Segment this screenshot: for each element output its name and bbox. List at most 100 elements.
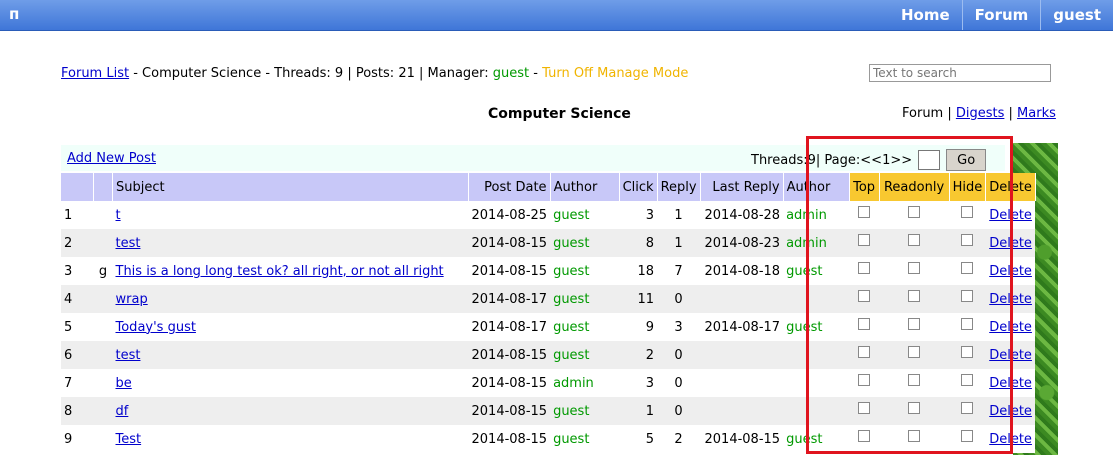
threads-count: 9 [807, 152, 816, 168]
top-checkbox[interactable] [858, 402, 871, 414]
delete-link[interactable]: Delete [989, 432, 1032, 447]
row-number: 8 [61, 397, 94, 425]
row-last-author[interactable] [783, 341, 850, 369]
row-delete-cell: Delete [985, 425, 1036, 453]
readonly-checkbox[interactable] [908, 262, 921, 274]
readonly-checkbox[interactable] [908, 234, 921, 246]
row-author[interactable]: admin [550, 369, 620, 397]
row-last-author[interactable]: admin [783, 229, 850, 257]
row-last-author[interactable]: admin [783, 201, 850, 229]
row-last-author[interactable]: guest [783, 257, 850, 285]
delete-link[interactable]: Delete [989, 404, 1032, 419]
row-last-reply [700, 369, 784, 397]
delete-link[interactable]: Delete [989, 236, 1032, 251]
hide-checkbox[interactable] [961, 234, 974, 246]
row-subject-cell: wrap [112, 285, 469, 313]
site-logo[interactable]: п [9, 5, 19, 23]
nav-forum[interactable]: Forum [961, 0, 1041, 30]
row-delete-cell: Delete [985, 313, 1036, 341]
row-number: 1 [61, 201, 94, 229]
row-author[interactable]: guest [550, 201, 620, 229]
row-last-reply: 2014-08-28 [700, 201, 784, 229]
hide-checkbox[interactable] [961, 290, 974, 302]
top-checkbox[interactable] [858, 346, 871, 358]
thread-subject-link[interactable]: Today's gust [116, 320, 196, 335]
delete-link[interactable]: Delete [989, 320, 1032, 335]
row-author[interactable]: guest [550, 341, 620, 369]
row-flag: g [93, 257, 113, 285]
manager-name[interactable]: guest [493, 66, 529, 81]
top-checkbox[interactable] [858, 374, 871, 386]
thread-subject-link[interactable]: test [116, 348, 141, 363]
row-author[interactable]: guest [550, 313, 620, 341]
delete-link[interactable]: Delete [989, 348, 1032, 363]
thread-subject-link[interactable]: Test [116, 432, 142, 447]
row-last-author[interactable] [783, 397, 850, 425]
col-readonly: Readonly [879, 173, 950, 201]
readonly-checkbox[interactable] [908, 430, 921, 442]
top-checkbox[interactable] [858, 262, 871, 274]
add-new-post-link[interactable]: Add New Post [67, 151, 156, 166]
delete-link[interactable]: Delete [989, 208, 1032, 223]
row-author[interactable]: guest [550, 285, 620, 313]
top-checkbox[interactable] [858, 430, 871, 442]
hide-checkbox[interactable] [961, 262, 974, 274]
row-last-author[interactable] [783, 285, 850, 313]
hide-checkbox[interactable] [961, 374, 974, 386]
col-subject: Subject [112, 173, 469, 201]
thread-subject-link[interactable]: be [116, 376, 132, 391]
hide-checkbox[interactable] [961, 206, 974, 218]
delete-link[interactable]: Delete [989, 264, 1032, 279]
hide-checkbox[interactable] [961, 318, 974, 330]
forum-list-link[interactable]: Forum List [61, 66, 129, 81]
hide-checkbox[interactable] [961, 430, 974, 442]
row-top-cell [849, 425, 880, 453]
readonly-checkbox[interactable] [908, 346, 921, 358]
view-digests-link[interactable]: Digests [956, 106, 1005, 121]
row-author[interactable]: guest [550, 257, 620, 285]
readonly-checkbox[interactable] [908, 402, 921, 414]
row-flag [93, 229, 113, 257]
manage-mode-toggle[interactable]: Turn Off Manage Mode [542, 66, 688, 81]
row-last-author[interactable]: guest [783, 425, 850, 453]
hide-checkbox[interactable] [961, 402, 974, 414]
row-post-date: 2014-08-17 [468, 313, 551, 341]
hide-checkbox[interactable] [961, 346, 974, 358]
row-last-author[interactable]: guest [783, 313, 850, 341]
thread-subject-link[interactable]: t [116, 208, 121, 223]
thread-subject-link[interactable]: wrap [116, 292, 148, 307]
next-page[interactable]: >> [890, 153, 912, 168]
readonly-checkbox[interactable] [908, 318, 921, 330]
readonly-checkbox[interactable] [908, 290, 921, 302]
prev-page[interactable]: << [860, 153, 882, 168]
top-checkbox[interactable] [858, 206, 871, 218]
row-last-author[interactable] [783, 369, 850, 397]
row-author[interactable]: guest [550, 397, 620, 425]
thread-subject-link[interactable]: df [116, 404, 129, 419]
search-input[interactable] [869, 64, 1051, 82]
thread-subject-link[interactable]: test [116, 236, 141, 251]
row-readonly-cell [879, 313, 950, 341]
row-readonly-cell [879, 285, 950, 313]
top-checkbox[interactable] [858, 234, 871, 246]
row-hide-cell [949, 257, 986, 285]
row-top-cell [849, 313, 880, 341]
nav-user[interactable]: guest [1040, 0, 1113, 30]
delete-link[interactable]: Delete [989, 376, 1032, 391]
table-row: 5 Today's gust 2014-08-17 guest 9 3 2014… [61, 313, 1036, 341]
nav-home[interactable]: Home [889, 0, 962, 30]
row-author[interactable]: guest [550, 425, 620, 453]
top-checkbox[interactable] [858, 290, 871, 302]
readonly-checkbox[interactable] [908, 374, 921, 386]
view-marks-link[interactable]: Marks [1017, 106, 1056, 121]
row-hide-cell [949, 425, 986, 453]
delete-link[interactable]: Delete [989, 292, 1032, 307]
row-click: 2 [619, 341, 658, 369]
go-button[interactable]: Go [946, 149, 987, 171]
page-number-input[interactable] [918, 150, 941, 170]
row-author[interactable]: guest [550, 229, 620, 257]
top-checkbox[interactable] [858, 318, 871, 330]
readonly-checkbox[interactable] [908, 206, 921, 218]
col-no [61, 173, 94, 201]
thread-subject-link[interactable]: This is a long long test ok? all right, … [116, 264, 444, 279]
